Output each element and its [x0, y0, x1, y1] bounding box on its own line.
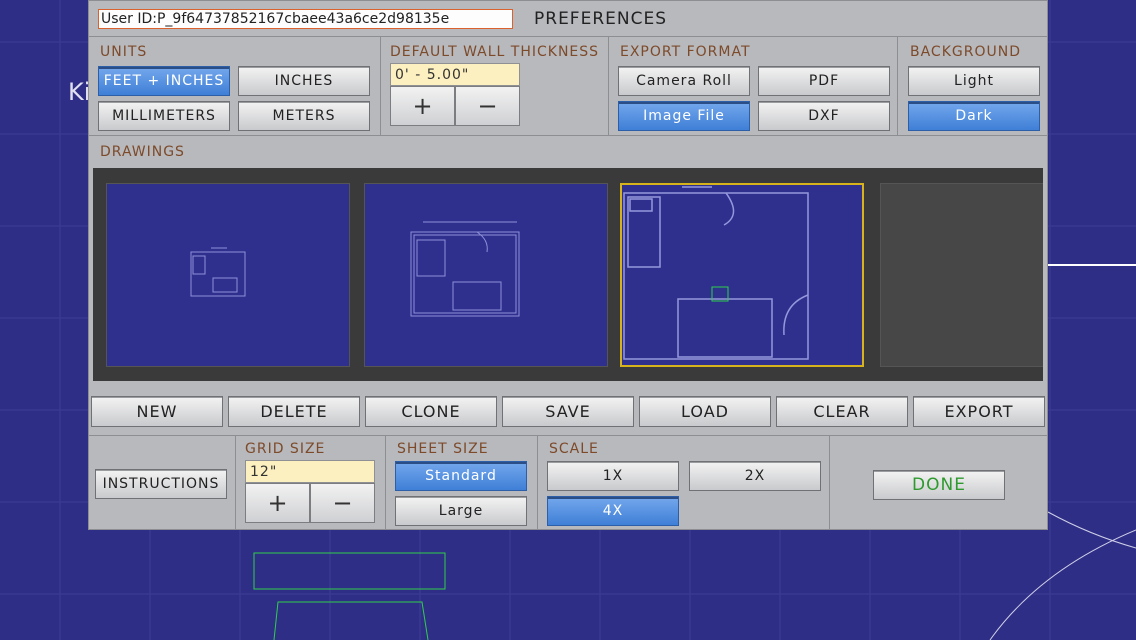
export-pdf-button[interactable]: PDF [758, 66, 890, 96]
clear-button[interactable]: CLEAR [776, 396, 908, 427]
unit-millimeters-button[interactable]: MILLIMETERS [98, 101, 230, 131]
background-light-button[interactable]: Light [908, 66, 1040, 96]
divider [89, 435, 1047, 436]
sheet-size-label: SHEET SIZE [397, 441, 489, 457]
wall-thickness-increase-button[interactable]: + [390, 86, 455, 126]
export-dxf-button[interactable]: DXF [758, 101, 890, 131]
units-label: UNITS [100, 44, 148, 60]
drawings-label: DRAWINGS [100, 144, 185, 160]
floorplan-preview [190, 247, 246, 297]
wall-thickness-label: DEFAULT WALL THICKNESS [390, 44, 600, 60]
export-format-label: EXPORT FORMAT [620, 44, 751, 60]
divider [829, 436, 830, 529]
scale-1x-button[interactable]: 1X [547, 461, 679, 491]
unit-feet-inches-button[interactable]: FEET + INCHES [98, 66, 230, 96]
divider [608, 37, 609, 135]
instructions-button[interactable]: INSTRUCTIONS [95, 469, 227, 499]
grid-size-label: GRID SIZE [245, 441, 326, 457]
user-id-field[interactable]: User ID:P_9f64737852167cbaee43a6ce2d9813… [98, 9, 513, 29]
floorplan-preview [410, 221, 520, 317]
background-dark-button[interactable]: Dark [908, 101, 1040, 131]
grid-size-decrease-button[interactable]: − [310, 483, 375, 523]
wall-thickness-field[interactable]: 0' - 5.00" [390, 63, 520, 86]
drawing-thumbnail[interactable] [106, 183, 350, 367]
clone-button[interactable]: CLONE [365, 396, 497, 427]
wall-thickness-decrease-button[interactable]: − [455, 86, 520, 126]
background-label: BACKGROUND [910, 44, 1021, 60]
export-image-file-button[interactable]: Image File [618, 101, 750, 131]
grid-size-increase-button[interactable]: + [245, 483, 310, 523]
divider [897, 37, 898, 135]
divider [89, 135, 1047, 136]
drawing-thumbnail-selected[interactable] [620, 183, 864, 367]
divider [537, 436, 538, 529]
sheet-standard-button[interactable]: Standard [395, 461, 527, 491]
export-camera-roll-button[interactable]: Camera Roll [618, 66, 750, 96]
scale-label: SCALE [549, 441, 599, 457]
sheet-large-button[interactable]: Large [395, 496, 527, 526]
drawings-strip[interactable] [93, 168, 1043, 381]
unit-inches-button[interactable]: INCHES [238, 66, 370, 96]
divider [385, 436, 386, 529]
page-title: PREFERENCES [534, 9, 667, 29]
delete-button[interactable]: DELETE [228, 396, 360, 427]
scale-2x-button[interactable]: 2X [689, 461, 821, 491]
drawing-thumbnail[interactable] [364, 183, 608, 367]
scale-4x-button[interactable]: 4X [547, 496, 679, 526]
new-button[interactable]: NEW [91, 396, 223, 427]
floorplan-preview [623, 186, 809, 360]
done-button[interactable]: DONE [873, 470, 1005, 500]
grid-size-field[interactable]: 12" [245, 460, 375, 483]
divider [380, 37, 381, 135]
unit-meters-button[interactable]: METERS [238, 101, 370, 131]
load-button[interactable]: LOAD [639, 396, 771, 427]
divider [89, 36, 1047, 37]
drawing-thumbnail-empty[interactable] [880, 183, 1043, 367]
divider [235, 436, 236, 529]
export-button[interactable]: EXPORT [913, 396, 1045, 427]
save-button[interactable]: SAVE [502, 396, 634, 427]
